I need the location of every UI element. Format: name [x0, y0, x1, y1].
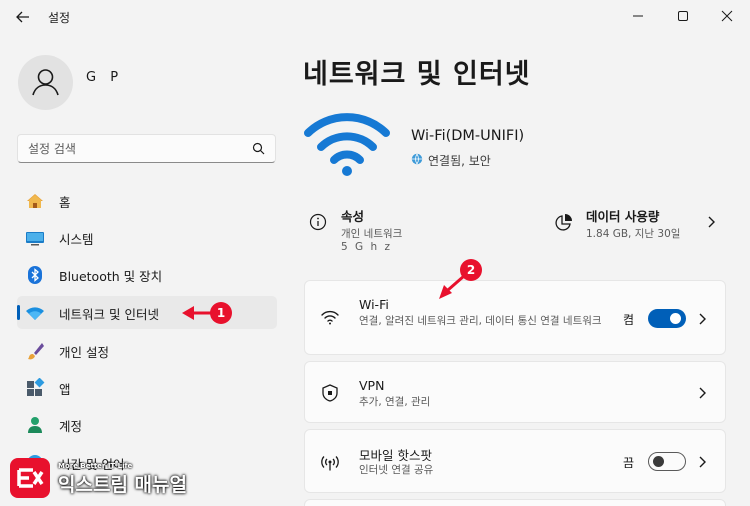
sidebar-item-network[interactable]: 네트워크 및 인터넷	[17, 296, 277, 329]
home-icon	[27, 194, 43, 208]
shield-icon	[322, 384, 338, 402]
wifi-card[interactable]: Wi-Fi 연결, 알려진 네트워크 관리, 데이터 통신 연결 네트워크 켬	[304, 280, 726, 355]
mobile-hotspot-card[interactable]: 모바일 핫스팟 인터넷 연결 공유 끔	[304, 429, 726, 493]
brush-icon	[28, 343, 44, 360]
app-title: 설정	[48, 11, 71, 25]
hotspot-toggle[interactable]	[648, 452, 686, 471]
wifi-toggle-label: 켬	[623, 313, 635, 327]
data-usage-detail: 1.84 GB, 지난 30일	[586, 228, 681, 240]
close-icon[interactable]	[717, 6, 737, 26]
watermark-tagline: More Better IT Life	[58, 462, 133, 470]
hotspot-card-title: 모바일 핫스팟	[359, 448, 432, 463]
toggle-knob	[670, 313, 681, 324]
sidebar-item-home[interactable]: 홈	[17, 184, 277, 217]
watermark-logo	[10, 458, 50, 498]
properties-network-type: 개인 네트워크	[341, 228, 403, 240]
vpn-card-title: VPN	[359, 378, 385, 393]
vpn-card[interactable]: VPN 추가, 연결, 관리	[304, 361, 726, 423]
wifi-signal-icon	[304, 113, 390, 176]
sidebar-item-label: 홈	[59, 195, 71, 210]
active-indicator	[17, 305, 20, 320]
annotation-marker-2: 2	[460, 259, 482, 281]
chevron-right-icon[interactable]	[697, 455, 707, 469]
page-title: 네트워크 및 인터넷	[303, 59, 531, 90]
hotspot-icon	[321, 456, 339, 471]
search-icon[interactable]	[252, 142, 265, 155]
sidebar-item-bluetooth[interactable]: Bluetooth 및 장치	[17, 258, 277, 291]
data-usage-title: 데이터 사용량	[586, 209, 660, 224]
hotspot-toggle-label: 끔	[623, 456, 635, 470]
sidebar-item-system[interactable]: 시스템	[17, 221, 277, 254]
search-box[interactable]	[17, 134, 276, 163]
sidebar-item-personalization[interactable]: 개인 설정	[17, 334, 277, 367]
back-arrow-icon[interactable]	[14, 8, 32, 26]
connection-status: 연결됨, 보안	[428, 154, 491, 168]
watermark-title: 익스트림 매뉴얼	[58, 474, 187, 496]
sidebar-item-label: 계정	[59, 419, 83, 434]
sidebar-item-label: 개인 설정	[59, 345, 109, 360]
annotation-marker-1: 1	[210, 302, 232, 324]
system-icon	[26, 232, 44, 246]
next-card[interactable]	[304, 499, 726, 506]
maximize-icon[interactable]	[673, 6, 693, 26]
wifi-card-title: Wi-Fi	[359, 297, 389, 312]
chevron-right-icon[interactable]	[705, 215, 717, 229]
search-input[interactable]	[28, 140, 248, 158]
sidebar-item-label: 앱	[59, 382, 71, 397]
bluetooth-icon	[28, 266, 42, 284]
user-icon	[32, 69, 59, 96]
sidebar-item-label: 시스템	[59, 232, 94, 247]
apps-icon	[27, 378, 45, 396]
properties-title: 속성	[341, 209, 365, 224]
wifi-toggle[interactable]	[648, 309, 686, 328]
info-icon	[309, 213, 327, 231]
wifi-icon	[321, 310, 339, 325]
properties-band: 5 G h z	[341, 241, 392, 253]
sidebar-item-label: Bluetooth 및 장치	[59, 269, 163, 284]
chevron-right-icon[interactable]	[697, 312, 707, 326]
minimize-icon[interactable]	[628, 6, 648, 26]
logo-glyph-icon	[17, 468, 44, 488]
sidebar-item-apps[interactable]: 앱	[17, 371, 277, 404]
globe-icon	[411, 153, 423, 165]
sidebar-item-label: 네트워크 및 인터넷	[59, 307, 159, 322]
vpn-card-subtitle: 추가, 연결, 관리	[359, 396, 431, 408]
pie-chart-icon	[555, 214, 572, 231]
avatar[interactable]	[18, 55, 73, 110]
network-icon	[26, 307, 44, 320]
annotation-arrow-2	[439, 274, 465, 299]
toggle-knob	[653, 455, 664, 467]
chevron-right-icon[interactable]	[697, 386, 707, 400]
wifi-card-subtitle: 연결, 알려진 네트워크 관리, 데이터 통신 연결 네트워크	[359, 315, 602, 327]
profile-name: G P	[86, 70, 124, 85]
account-icon	[28, 417, 42, 433]
connection-name: Wi-Fi(DM-UNIFI)	[411, 128, 525, 144]
hotspot-card-subtitle: 인터넷 연결 공유	[359, 464, 434, 476]
title-bar: 설정	[0, 0, 750, 32]
sidebar-item-accounts[interactable]: 계정	[17, 408, 277, 441]
